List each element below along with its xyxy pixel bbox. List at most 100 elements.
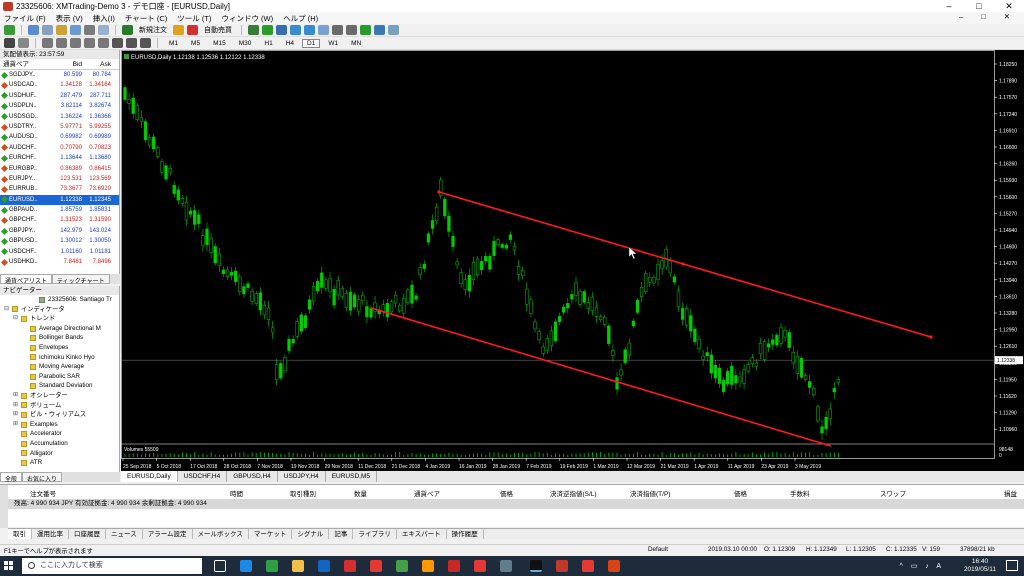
- chart-tab-gbpusd-h4[interactable]: GBPUSD,H4: [227, 471, 278, 482]
- market-watch-row[interactable]: USDSGD.. 1.36224 1.36366: [0, 112, 119, 122]
- col-tp[interactable]: 決済指値(T/P): [630, 488, 670, 498]
- col-ask[interactable]: Ask: [85, 59, 114, 69]
- autoscroll-icon[interactable]: [332, 25, 343, 35]
- navigator-item[interactable]: Parabolic SAR: [0, 372, 119, 382]
- tab-history[interactable]: 口座履歴: [69, 529, 106, 539]
- navigator-item[interactable]: Standard Deviation: [0, 381, 119, 391]
- chart-tab-usdchf-h4[interactable]: USDCHF,H4: [178, 471, 228, 482]
- clock[interactable]: 16:40 2019/05/11: [964, 558, 996, 574]
- market-watch-row[interactable]: EURGBP.. 0.86389 0.86415: [0, 164, 119, 174]
- navigator-item[interactable]: Accelerator: [0, 429, 119, 439]
- col-order[interactable]: 注文番号: [30, 488, 56, 498]
- system-tray-icons[interactable]: ^ ▭ ♪ A: [899, 562, 944, 570]
- chrome-icon[interactable]: [396, 560, 408, 572]
- app-icon-4[interactable]: [448, 560, 460, 572]
- cursor-icon[interactable]: [4, 38, 15, 48]
- chart-shift-icon[interactable]: [346, 25, 357, 35]
- close-button[interactable]: ✕: [994, 0, 1024, 12]
- tab-favorites[interactable]: お気に入り: [22, 472, 63, 483]
- mail-icon[interactable]: [318, 560, 330, 572]
- channel-icon[interactable]: [84, 38, 95, 48]
- mdi-close-button[interactable]: ✕: [1004, 12, 1010, 21]
- zoom-in-icon[interactable]: [290, 25, 301, 35]
- tab-journal[interactable]: 操作履歴: [447, 529, 484, 539]
- timeframe-m1[interactable]: M1: [164, 39, 183, 48]
- market-watch-row[interactable]: EURCHF.. 1.13644 1.13680: [0, 153, 119, 163]
- market-watch-row[interactable]: GBPAUD.. 1.85759 1.85831: [0, 205, 119, 215]
- app-icon-5[interactable]: [474, 560, 486, 572]
- col-size[interactable]: 数量: [354, 488, 367, 498]
- col-price[interactable]: 価格: [500, 488, 513, 498]
- menu-tools[interactable]: ツール (T): [177, 13, 211, 24]
- templates-icon[interactable]: [388, 25, 399, 35]
- fibonacci-icon[interactable]: [98, 38, 109, 48]
- expand-icon[interactable]: ⊟: [4, 305, 10, 315]
- tab-news[interactable]: ニュース: [106, 529, 143, 539]
- trendline-icon[interactable]: [70, 38, 81, 48]
- expand-icon[interactable]: ⊞: [13, 401, 19, 411]
- col-sl[interactable]: 決済逆指値(S/L): [550, 488, 597, 498]
- tab-signals[interactable]: シグナル: [292, 529, 330, 539]
- horizontal-line-icon[interactable]: [56, 38, 67, 48]
- auto-trading-button[interactable]: 自動売買: [201, 25, 235, 35]
- app-icon-7[interactable]: [556, 560, 568, 572]
- timeframe-mn[interactable]: MN: [346, 39, 366, 48]
- navigator-item[interactable]: Moving Average: [0, 362, 119, 372]
- arrows-icon[interactable]: [140, 38, 151, 48]
- col-bid[interactable]: Bid: [56, 59, 85, 69]
- market-watch-row[interactable]: USDHKD.. 7.8481 7.8496: [0, 257, 119, 267]
- navigator-item[interactable]: ⊞ Examples: [0, 420, 119, 430]
- navigator-item[interactable]: ⊞ オシレーター: [0, 391, 119, 401]
- market-watch-row[interactable]: USDPLN.. 3.82114 3.82674: [0, 101, 119, 111]
- new-order-button[interactable]: 新規注文: [136, 25, 170, 35]
- menu-help[interactable]: ヘルプ (H): [283, 13, 318, 24]
- navigator-item[interactable]: ATR: [0, 458, 119, 468]
- navigator-item[interactable]: Average Directional M: [0, 324, 119, 334]
- expand-icon[interactable]: ⊞: [13, 391, 19, 401]
- tab-articles[interactable]: 記事: [329, 529, 354, 539]
- tab-library[interactable]: ライブラリ: [353, 529, 397, 539]
- navigator-item[interactable]: ⊞ ボリューム: [0, 401, 119, 411]
- navigator-item[interactable]: Envelopes: [0, 343, 119, 353]
- tester-icon[interactable]: [98, 25, 109, 35]
- metaeditor-icon[interactable]: [173, 25, 184, 35]
- col-commission[interactable]: 手数料: [790, 488, 810, 498]
- tab-trade[interactable]: 取引: [8, 529, 32, 539]
- tab-alerts[interactable]: アラーム設定: [143, 529, 193, 539]
- menu-view[interactable]: 表示 (V): [56, 13, 83, 24]
- expand-icon[interactable]: ⊞: [13, 410, 19, 420]
- menu-charts[interactable]: チャート (C): [125, 13, 167, 24]
- bar-chart-icon[interactable]: [248, 25, 259, 35]
- vertical-line-icon[interactable]: [42, 38, 53, 48]
- auto-trading-icon[interactable]: [187, 25, 198, 35]
- maximize-button[interactable]: □: [964, 0, 994, 12]
- col-time[interactable]: 時間: [230, 488, 243, 498]
- market-watch-row[interactable]: SGDJPY.. 80.599 80.784: [0, 70, 119, 80]
- app-icon-9[interactable]: [608, 560, 620, 572]
- chart-tab-eurusd-daily[interactable]: EURUSD,Daily: [121, 471, 178, 482]
- chart-window[interactable]: EURUSD,Daily 1.12138 1.12536 1.12122 1.1…: [121, 50, 1024, 471]
- edge-icon[interactable]: [240, 560, 252, 572]
- navigator-item[interactable]: 23325606: Santiago Tr: [0, 295, 119, 305]
- tab-tick-chart[interactable]: ティックチャート: [52, 274, 110, 285]
- market-watch-row[interactable]: USDCAD.. 1.34128 1.34164: [0, 80, 119, 90]
- timeframe-h4[interactable]: H4: [281, 39, 299, 48]
- notification-icon[interactable]: [1006, 560, 1018, 571]
- navigator-item[interactable]: ⊞ ビル・ウィリアムス: [0, 410, 119, 420]
- indicators-icon[interactable]: [360, 25, 371, 35]
- xm-terminal-icon[interactable]: [530, 560, 542, 572]
- app-icon-2[interactable]: [370, 560, 382, 572]
- col-price-current[interactable]: 価格: [734, 488, 747, 498]
- candlestick-icon[interactable]: [262, 25, 273, 35]
- timeframe-w1[interactable]: W1: [323, 39, 343, 48]
- price-chart[interactable]: EURUSD,Daily 1.12138 1.12536 1.12122 1.1…: [121, 50, 1024, 471]
- taskbar-search-input[interactable]: ここに入力して検索: [22, 558, 202, 574]
- app-icon-6[interactable]: [500, 560, 512, 572]
- label-icon[interactable]: [126, 38, 137, 48]
- data-window-icon[interactable]: [56, 25, 67, 35]
- minimize-button[interactable]: –: [934, 0, 964, 12]
- crosshair-icon[interactable]: [18, 38, 29, 48]
- market-watch-row[interactable]: USDCHF.. 1.01160 1.01181: [0, 247, 119, 257]
- terminal-icon[interactable]: [84, 25, 95, 35]
- navigator-item[interactable]: Bollinger Bands: [0, 333, 119, 343]
